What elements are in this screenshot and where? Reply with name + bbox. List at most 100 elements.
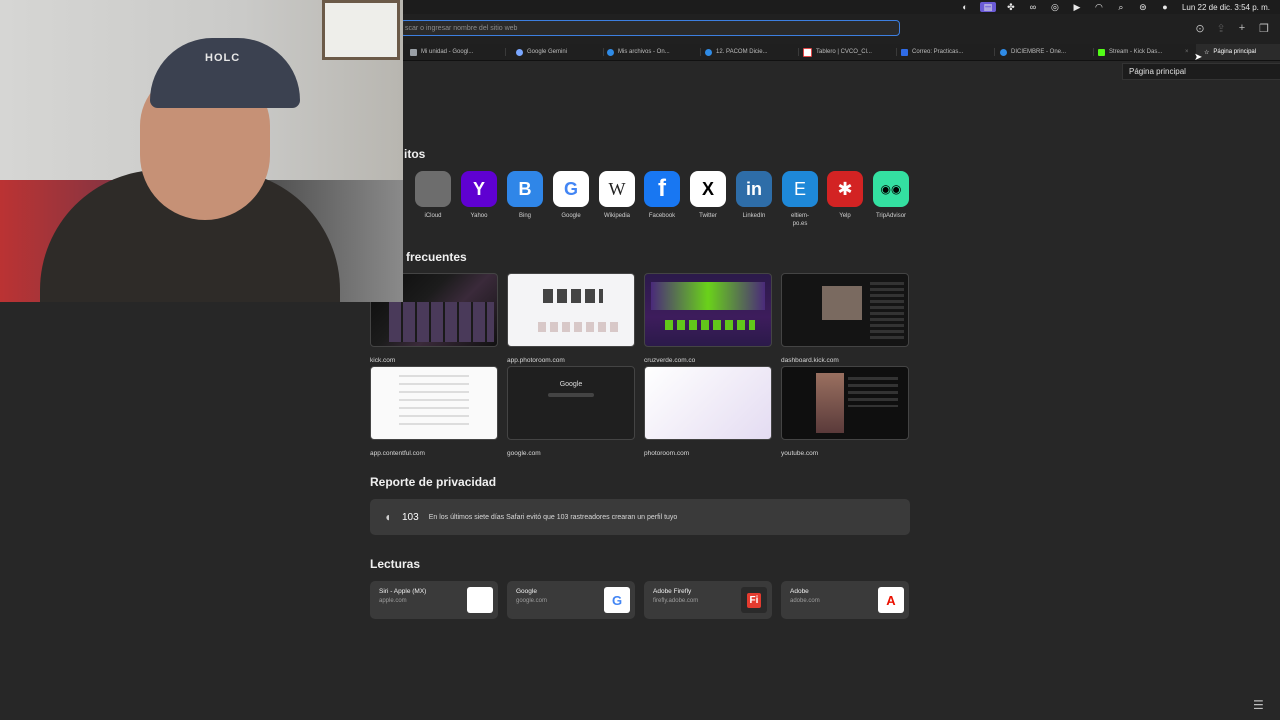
tab-diciembre[interactable]: DICIEMBRE - One... bbox=[1000, 44, 1090, 60]
tripadvisor-icon: ◉◉ bbox=[873, 171, 909, 207]
tab-label: DICIEMBRE - One... bbox=[1011, 49, 1067, 55]
reading-url: firefly.adobe.com bbox=[653, 598, 699, 604]
gemini-icon bbox=[516, 48, 523, 56]
firefly-icon: Fi bbox=[746, 592, 762, 608]
new-tab-icon[interactable]: + bbox=[1235, 21, 1249, 35]
favorite-yelp[interactable]: ✱ Yelp bbox=[825, 171, 865, 220]
tab-label: Google Gemini bbox=[527, 49, 568, 55]
frequent-contentful[interactable]: app.contentful.com bbox=[370, 366, 498, 457]
tab-kick-stream[interactable]: Stream - Kick Das... bbox=[1098, 44, 1183, 60]
frequent-google[interactable]: Google google.com bbox=[507, 366, 635, 457]
frequent-cruzverde[interactable]: cruzverde.com.co bbox=[644, 273, 772, 364]
frequent-dashboard-kick[interactable]: dashboard.kick.com bbox=[781, 273, 909, 364]
star-icon: ☆ bbox=[1204, 49, 1210, 56]
favorite-label: Twitter bbox=[699, 213, 717, 219]
cap-logo-text: HOLC bbox=[205, 52, 241, 64]
favorite-label: Wikipedia bbox=[603, 213, 630, 219]
favorite-google[interactable]: G Google bbox=[551, 171, 591, 220]
kick-icon bbox=[1098, 48, 1105, 56]
site-thumbnail bbox=[644, 366, 772, 440]
x-icon: X bbox=[690, 171, 726, 207]
site-thumbnail bbox=[781, 273, 909, 347]
favorite-facebook[interactable]: f Facebook bbox=[642, 171, 682, 220]
tab-pagina-principal[interactable]: ☆ Página principal bbox=[1196, 44, 1280, 60]
tab-mi-unidad[interactable]: Mi unidad - Googl... bbox=[410, 44, 500, 60]
privacy-report-card[interactable]: ◖ 103 En los últimos siete días Safari e… bbox=[370, 499, 910, 535]
reading-item-firefly[interactable]: Adobe Firefly firefly.adobe.com Fi bbox=[644, 581, 772, 619]
menubar-clock[interactable]: Lun 22 de dic. 3:54 p. m. bbox=[1182, 3, 1270, 12]
address-placeholder: scar o ingresar nombre del sitio web bbox=[405, 24, 518, 32]
play-icon[interactable]: ▶ bbox=[1070, 2, 1084, 12]
site-caption: dashboard.kick.com bbox=[781, 357, 839, 364]
tab-label: Stream - Kick Das... bbox=[1109, 49, 1163, 55]
customize-icon[interactable]: ☰ bbox=[1253, 698, 1264, 712]
tab-tooltip: Página principal bbox=[1122, 63, 1280, 80]
frequent-photoroom-app[interactable]: app.photoroom.com bbox=[507, 273, 635, 364]
canvas-icon bbox=[803, 47, 812, 57]
address-bar[interactable]: scar o ingresar nombre del sitio web bbox=[400, 20, 900, 36]
reading-item-apple[interactable]: Siri - Apple (MX) apple.com bbox=[370, 581, 498, 619]
yahoo-icon: Y bbox=[461, 171, 497, 207]
favorite-eltiempo[interactable]: E eltiem- po.es bbox=[780, 171, 820, 228]
tab-overview-icon[interactable]: ❐ bbox=[1257, 21, 1271, 35]
reading-url: google.com bbox=[516, 598, 548, 604]
whatsapp-icon[interactable]: ◎ bbox=[1048, 2, 1062, 12]
google-icon: G bbox=[553, 171, 589, 207]
eltiempo-icon: E bbox=[782, 171, 818, 207]
reading-title: Adobe bbox=[790, 588, 809, 595]
frequent-photoroom[interactable]: photoroom.com bbox=[644, 366, 772, 457]
favorite-twitter[interactable]: X Twitter bbox=[688, 171, 728, 220]
creative-cloud-icon[interactable]: ∞ bbox=[1026, 2, 1040, 12]
favorite-label: Google bbox=[561, 213, 581, 219]
site-thumbnail bbox=[370, 366, 498, 440]
tab-correo[interactable]: Correo: Practicas... bbox=[901, 44, 991, 60]
webcam-overlay: HOLC bbox=[0, 0, 403, 302]
obs-icon[interactable]: ◐ bbox=[958, 2, 972, 12]
site-caption: kick.com bbox=[370, 357, 396, 364]
favorite-bing[interactable]: B Bing bbox=[505, 171, 545, 220]
adobe-icon: A bbox=[878, 587, 904, 613]
siri-icon[interactable]: ● bbox=[1158, 2, 1172, 12]
frequent-title: frecuentes bbox=[406, 250, 467, 264]
favorite-linkedin[interactable]: in LinkedIn bbox=[734, 171, 774, 220]
drive-icon bbox=[410, 48, 417, 56]
spotlight-icon[interactable]: ⌕ bbox=[1114, 2, 1128, 12]
tab-tablero[interactable]: Tablero | CVCO_Cl... bbox=[803, 44, 893, 60]
screen-record-icon[interactable]: ▤ bbox=[979, 2, 996, 12]
favorite-label: eltiem- po.es bbox=[790, 213, 809, 227]
favorite-label: iCloud bbox=[424, 213, 442, 219]
site-caption: youtube.com bbox=[781, 450, 819, 457]
tab-label: Mi unidad - Googl... bbox=[421, 49, 474, 55]
download-icon[interactable]: ⊙ bbox=[1193, 21, 1207, 35]
reading-title: Siri - Apple (MX) bbox=[379, 588, 427, 595]
site-thumbnail bbox=[781, 366, 909, 440]
favorite-wikipedia[interactable]: W Wikipedia bbox=[597, 171, 637, 220]
share-icon[interactable]: ⇪ bbox=[1214, 21, 1228, 35]
favorite-tripadvisor[interactable]: ◉◉ TripAdvisor bbox=[871, 171, 911, 220]
favorite-label: Yahoo bbox=[470, 213, 488, 219]
bing-icon: B bbox=[507, 171, 543, 207]
control-center-icon[interactable]: ⊜ bbox=[1136, 2, 1150, 12]
frequent-youtube[interactable]: youtube.com bbox=[781, 366, 909, 457]
tab-gemini[interactable]: Google Gemini bbox=[516, 44, 601, 60]
tab-pacom[interactable]: 12. PACOM Dicie... bbox=[705, 44, 795, 60]
favorite-label: Yelp bbox=[839, 213, 851, 219]
extension-icon[interactable]: ✤ bbox=[1004, 2, 1018, 12]
site-thumbnail bbox=[644, 273, 772, 347]
onedrive-icon bbox=[705, 48, 712, 56]
wifi-icon[interactable]: ◠ bbox=[1092, 2, 1106, 12]
google-logo-text: Google bbox=[559, 381, 583, 388]
site-caption: app.photoroom.com bbox=[507, 357, 565, 364]
onedrive-icon bbox=[607, 48, 614, 56]
shield-icon: ◖ bbox=[384, 510, 392, 524]
reading-item-google[interactable]: Google google.com G bbox=[507, 581, 635, 619]
tab-mis-archivos[interactable]: Mis archivos - On... bbox=[607, 44, 697, 60]
readings-title: Lecturas bbox=[370, 557, 421, 571]
favorite-icloud[interactable]: iCloud bbox=[413, 171, 453, 220]
tab-close-icon[interactable]: × bbox=[1185, 44, 1189, 60]
onedrive-icon bbox=[1000, 48, 1007, 56]
site-caption: cruzverde.com.co bbox=[644, 357, 696, 364]
reading-item-adobe[interactable]: Adobe adobe.com A bbox=[781, 581, 909, 619]
favorite-label: LinkedIn bbox=[742, 213, 766, 219]
favorite-yahoo[interactable]: Y Yahoo bbox=[459, 171, 499, 220]
